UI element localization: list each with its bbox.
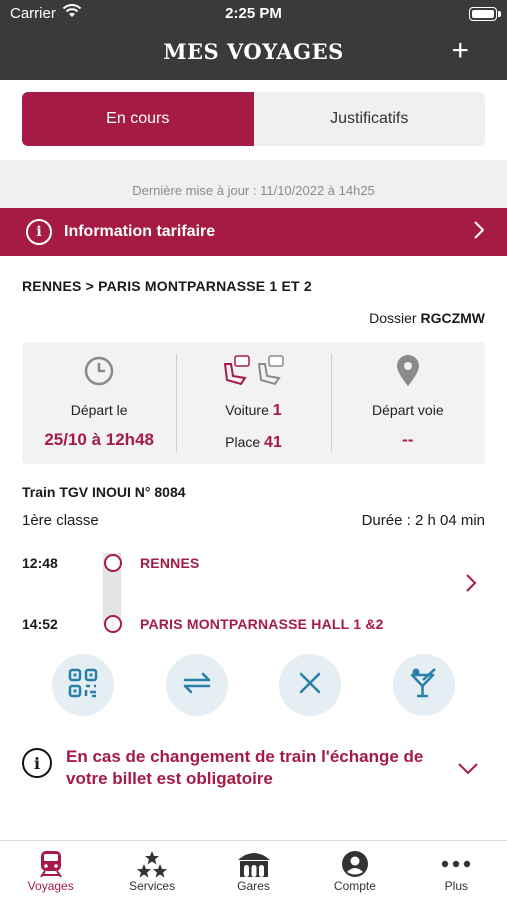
stars-icon xyxy=(137,849,168,879)
seat-line: Place 41 xyxy=(225,434,282,452)
status-bar: Carrier 2:25 PM xyxy=(0,0,507,28)
departure-value: 25/10 à 12h48 xyxy=(44,430,154,449)
account-icon xyxy=(341,849,369,879)
tab-label: Gares xyxy=(237,879,270,893)
seat-value: 41 xyxy=(264,434,282,451)
top-bar: Carrier 2:25 PM MES VOYAGES + xyxy=(0,0,507,80)
car-line: Voiture 1 xyxy=(225,402,281,420)
header: MES VOYAGES + xyxy=(0,28,507,80)
action-buttons xyxy=(0,644,507,716)
qr-code-button[interactable] xyxy=(51,654,114,716)
train-name: Train TGV INOUI N° 8084 xyxy=(22,484,186,500)
seat-card: Voiture 1 Place 41 xyxy=(176,342,330,464)
exchange-notice[interactable]: i En cas de changement de train l'échang… xyxy=(0,716,507,790)
stop-time: 14:52 xyxy=(22,616,58,632)
trip-route: RENNES > PARIS MONTPARNASSE 1 ET 2 xyxy=(22,278,312,294)
chevron-right-icon[interactable] xyxy=(465,573,477,599)
stop-station: RENNES xyxy=(140,555,200,571)
segmented-control-wrapper: En cours Justificatifs xyxy=(0,80,507,146)
dossier-code: RGCZMW xyxy=(420,310,485,326)
exchange-arrows-icon xyxy=(181,671,213,700)
tab-label: Plus xyxy=(444,879,468,893)
platform-card: Départ voie -- xyxy=(330,342,485,464)
battery-icon xyxy=(469,7,501,21)
info-icon: i xyxy=(22,748,52,778)
page-title: MES VOYAGES xyxy=(163,39,344,64)
tab-compte[interactable]: Compte xyxy=(304,841,405,900)
fare-info-banner[interactable]: i Information tarifaire xyxy=(0,208,507,256)
stop-dot xyxy=(104,554,122,572)
tab-label: Voyages xyxy=(27,879,74,893)
cancel-button[interactable] xyxy=(279,654,342,716)
more-dots-icon xyxy=(441,849,471,879)
travel-class: 1ère classe xyxy=(22,512,99,529)
tab-gares[interactable]: Gares xyxy=(203,841,304,900)
dossier-label: Dossier xyxy=(369,310,417,326)
tab-plus[interactable]: Plus xyxy=(406,841,507,900)
exchange-notice-text: En cas de changement de train l'échange … xyxy=(66,747,424,788)
departure-card: Départ le 25/10 à 12h48 xyxy=(22,342,176,464)
itinerary-timeline[interactable]: 12:48 RENNES 14:52 PARIS MONTPARNASSE HA… xyxy=(0,539,507,644)
car-value: 1 xyxy=(272,402,282,419)
stop-station: PARIS MONTPARNASSE HALL 1 &2 xyxy=(140,616,384,632)
stop-time: 12:48 xyxy=(22,555,58,571)
chevron-right-icon xyxy=(473,220,485,246)
fare-info-label: Information tarifaire xyxy=(64,223,216,240)
bottom-tab-bar: Voyages Services Gares Compte Plus xyxy=(0,840,507,900)
exchange-button[interactable] xyxy=(165,654,228,716)
bar-service-button[interactable] xyxy=(393,654,456,716)
departure-label: Départ le xyxy=(70,402,128,418)
train-icon xyxy=(38,849,64,879)
stop-row-origin: 12:48 RENNES xyxy=(22,550,485,576)
last-update-text: Dernière mise à jour : 11/10/2022 à 14h2… xyxy=(0,160,507,208)
location-pin-icon xyxy=(395,354,421,388)
stop-row-destination: 14:52 PARIS MONTPARNASSE HALL 1 &2 xyxy=(22,611,485,637)
info-icon: i xyxy=(26,219,52,245)
segmented-control: En cours Justificatifs xyxy=(22,92,485,146)
qr-code-icon xyxy=(68,668,98,703)
trip-details-cards: Départ le 25/10 à 12h48 Voiture 1 Place … xyxy=(22,342,485,464)
bar-cocktail-icon xyxy=(409,667,439,704)
cancel-x-icon xyxy=(298,671,322,700)
tab-en-cours[interactable]: En cours xyxy=(22,92,254,146)
platform-label: Départ voie xyxy=(372,402,444,418)
station-icon xyxy=(236,849,272,879)
platform-value: -- xyxy=(402,430,414,449)
tab-justificatifs[interactable]: Justificatifs xyxy=(254,92,486,146)
tab-services[interactable]: Services xyxy=(101,841,202,900)
chevron-down-icon[interactable] xyxy=(457,756,479,782)
add-trip-button[interactable]: + xyxy=(451,36,469,66)
tab-label: Compte xyxy=(333,879,376,893)
clock-icon xyxy=(83,354,115,388)
tab-label: Services xyxy=(129,879,176,893)
seat-label: Place xyxy=(225,434,261,450)
stop-dot xyxy=(104,615,122,633)
seat-icon xyxy=(221,354,285,388)
dossier-reference: Dossier RGCZMW xyxy=(0,294,507,326)
class-duration-row: 1ère classe Durée : 2 h 04 min xyxy=(0,500,507,529)
clock: 2:25 PM xyxy=(225,5,282,22)
tab-voyages[interactable]: Voyages xyxy=(0,841,101,900)
trip-duration: Durée : 2 h 04 min xyxy=(361,512,485,529)
car-label: Voiture xyxy=(225,402,269,418)
